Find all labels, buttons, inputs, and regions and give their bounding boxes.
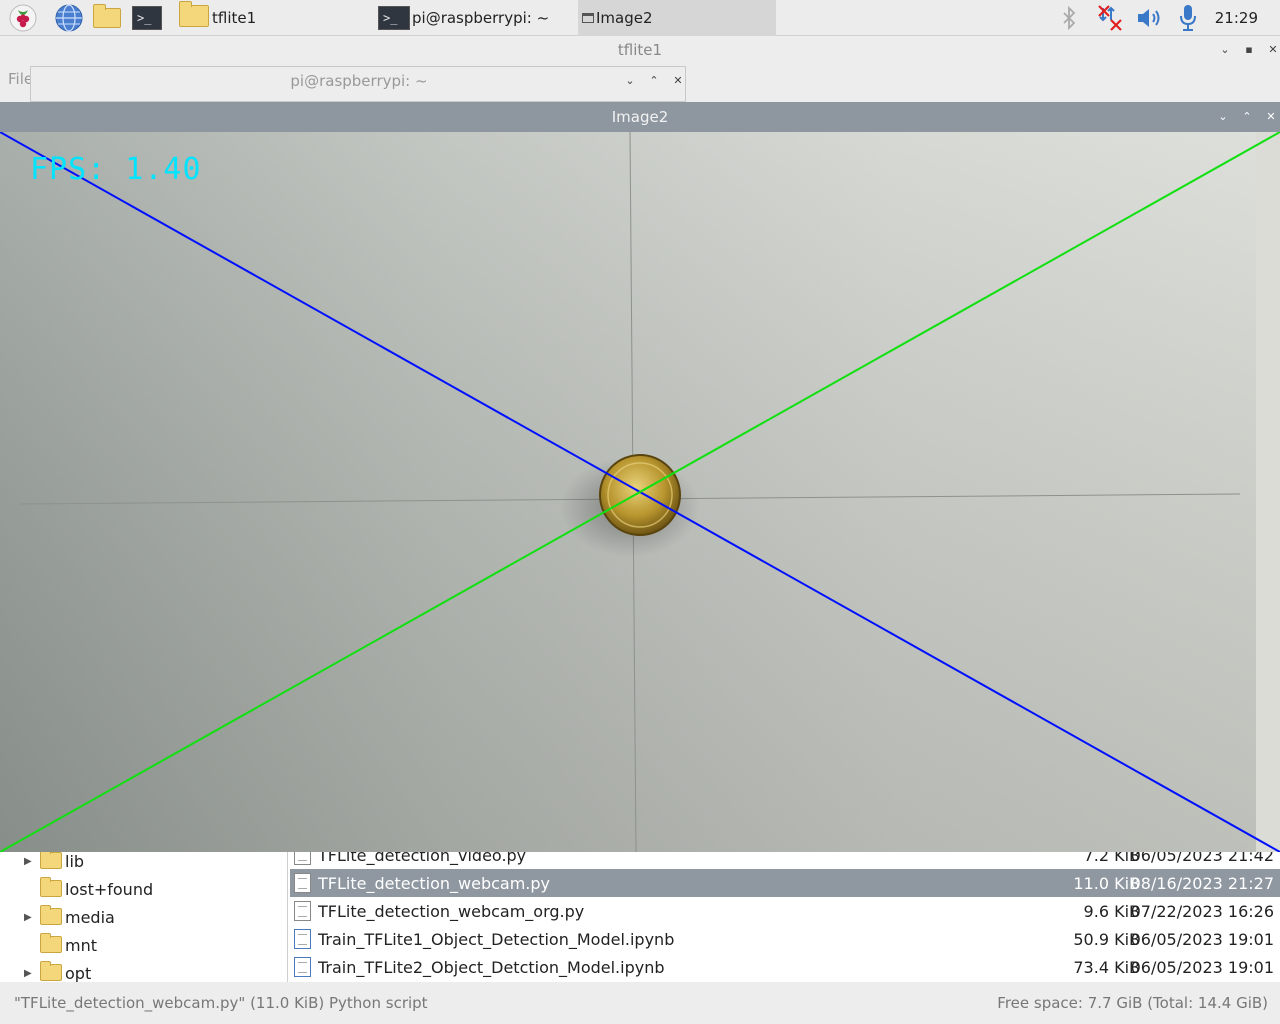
file-manager-body: ▶ lib lost+found ▶ media mnt ▶ opt TFLit… [0,845,1280,983]
camera-frame-graphic [0,131,1280,853]
paper-edge [1256,132,1280,852]
close-icon[interactable]: ✕ [1266,43,1280,57]
file-row[interactable]: TFLite_detection_webcam_org.py 9.6 KiB 0… [290,897,1280,925]
folder-icon [40,877,62,897]
desktop: >_ tflite1 >_ pi@raspberrypi: ~ Image2 2… [0,0,1280,1024]
minimize-icon[interactable]: ⌄ [1216,110,1230,124]
bluetooth-icon[interactable] [1056,0,1082,36]
taskbar-task-image2[interactable]: Image2 [578,0,776,36]
file-manager-icon[interactable] [92,4,122,32]
image2-window-controls: ⌄ ⌃ ✕ [1216,110,1278,124]
file-name: Train_TFLite1_Object_Detection_Model.ipy… [318,929,675,949]
file-date: 07/22/2023 16:26 [1130,901,1274,921]
image2-titlebar[interactable]: Image2 [0,102,1280,132]
directory-tree: ▶ lib lost+found ▶ media mnt ▶ opt [0,849,288,983]
file-row[interactable]: Train_TFLite1_Object_Detection_Model.ipy… [290,925,1280,953]
file-date: 08/16/2023 21:27 [1130,873,1274,893]
camera-frame: FPS: 1.40 [0,131,1280,853]
status-bar: "TFLite_detection_webcam.py" (11.0 KiB) … [0,982,1280,1024]
python-file-icon [294,873,311,893]
file-name: TFLite_detection_webcam_org.py [318,901,585,921]
tree-item-media[interactable]: ▶ media [0,903,288,931]
coin-object [599,454,681,536]
window-title: pi@raspberrypi: ~ [290,72,428,90]
folder-icon [179,1,209,31]
file-manager-title: tflite1 [0,36,1280,64]
terminal-window-controls: ⌄ ⌃ ✕ [623,74,685,88]
folder-icon [40,849,62,869]
tree-item-label: media [65,907,115,927]
raspberry-menu-icon[interactable] [8,4,38,32]
file-manager-window-controls: ⌄ ▪ ✕ [1218,43,1280,57]
python-file-icon [294,901,311,921]
fps-readout: FPS: 1.40 [30,152,202,187]
terminal-icon: >_ [378,6,410,30]
terminal-window[interactable]: pi@raspberrypi: ~ ⌄ ⌃ ✕ [30,66,686,102]
task-label: pi@raspberrypi: ~ [412,9,550,27]
terminal-launcher-icon[interactable]: >_ [132,4,162,32]
file-name: TFLite_detection_webcam.py [318,873,550,893]
image2-window[interactable]: Image2 ⌄ ⌃ ✕ FPS: 1.40 [0,102,1280,853]
tree-item-mnt[interactable]: mnt [0,931,288,959]
minimize-icon[interactable]: ⌄ [1218,43,1232,57]
taskbar-task-terminal[interactable]: >_ pi@raspberrypi: ~ [378,0,574,36]
maximize-icon[interactable]: ▪ [1242,43,1256,57]
file-row[interactable]: Train_TFLite2_Object_Detction_Model.ipyn… [290,953,1280,981]
tree-item-label: opt [65,963,92,983]
maximize-icon[interactable]: ⌃ [647,74,661,88]
file-row-selected[interactable]: TFLite_detection_webcam.py 11.0 KiB 08/1… [290,869,1280,897]
status-selection: "TFLite_detection_webcam.py" (11.0 KiB) … [14,994,428,1012]
close-icon[interactable]: ✕ [1264,110,1278,124]
tree-item-label: mnt [65,935,97,955]
file-date: 06/05/2023 19:01 [1130,929,1274,949]
tree-item-lost-found[interactable]: lost+found [0,875,288,903]
microphone-icon[interactable] [1174,0,1202,36]
taskbar: >_ tflite1 >_ pi@raspberrypi: ~ Image2 2… [0,0,1280,36]
taskbar-task-tflite1[interactable]: tflite1 [176,0,372,36]
clock[interactable]: 21:29 [1215,0,1258,36]
maximize-icon[interactable]: ⌃ [1240,110,1254,124]
expand-arrow-icon[interactable]: ▶ [24,856,32,867]
expand-arrow-icon[interactable]: ▶ [24,968,32,979]
tree-item-label: lib [65,851,85,871]
notebook-file-icon [294,929,311,949]
task-label: tflite1 [212,9,257,27]
task-label: Image2 [596,9,653,27]
volume-icon[interactable] [1134,0,1166,36]
tree-item-label: lost+found [65,879,154,899]
window-title: Image2 [611,108,669,126]
notebook-file-icon [294,957,311,977]
web-browser-icon[interactable] [54,4,84,32]
file-name: Train_TFLite2_Object_Detction_Model.ipyn… [318,957,665,977]
file-date: 06/05/2023 19:01 [1130,957,1274,977]
folder-icon [40,961,62,981]
window-title: tflite1 [617,41,663,59]
folder-icon [40,905,62,925]
expand-arrow-icon[interactable]: ▶ [24,912,32,923]
minimize-icon[interactable]: ⌄ [623,74,637,88]
folder-icon [40,933,62,953]
network-disconnected-icon[interactable] [1094,0,1126,36]
file-list: TFLite_detection_video.py 7.2 KiB 06/05/… [290,845,1280,982]
status-free-space: Free space: 7.7 GiB (Total: 14.4 GiB) [997,994,1268,1012]
close-icon[interactable]: ✕ [671,74,685,88]
window-icon [582,13,594,23]
